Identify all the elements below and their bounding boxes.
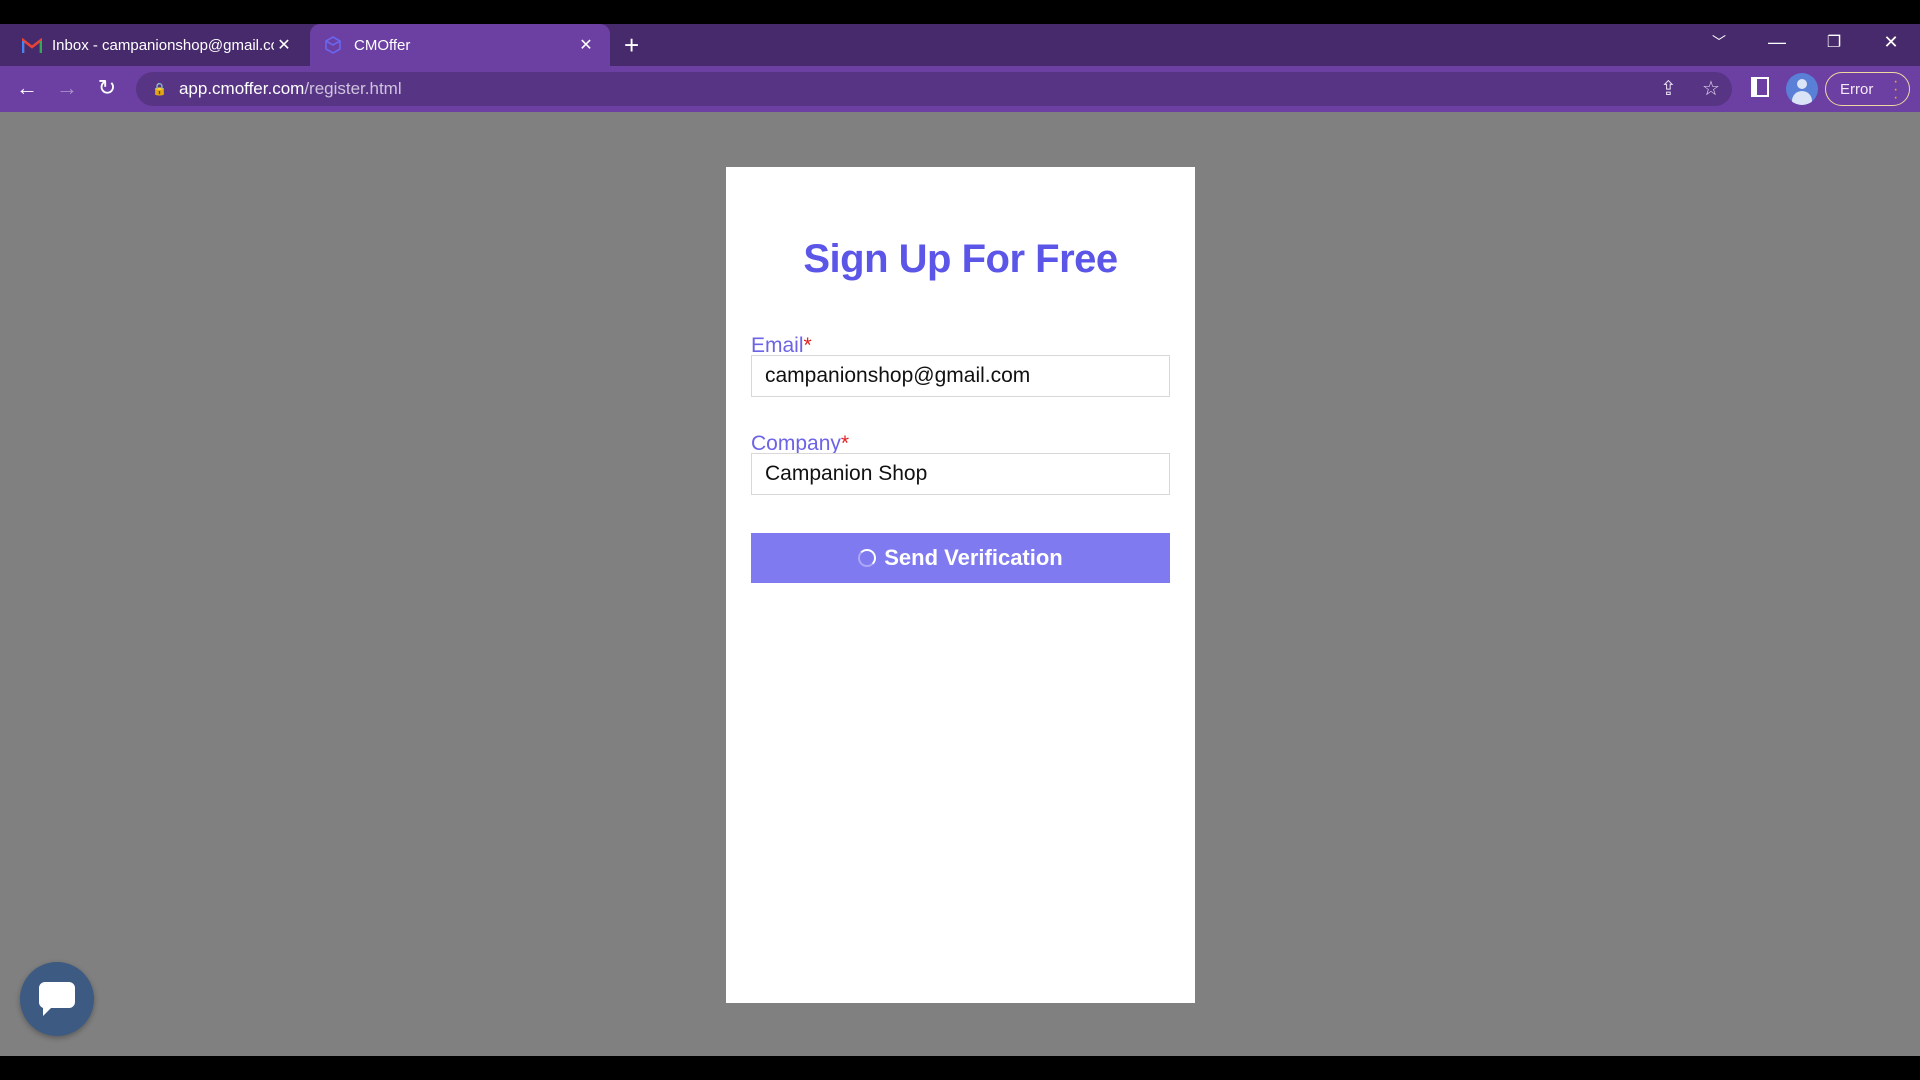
chat-bubble-icon	[38, 982, 75, 1016]
minimize-icon[interactable]: —	[1762, 32, 1792, 53]
loading-spinner-icon	[858, 549, 877, 567]
share-icon[interactable]: ⇪	[1660, 76, 1677, 101]
error-label: Error	[1840, 80, 1874, 98]
restore-icon[interactable]: ❐	[1819, 32, 1849, 52]
reload-icon[interactable]: ↻	[92, 75, 122, 101]
profile-error-button[interactable]: Error · · ·	[1825, 72, 1910, 106]
required-mark: *	[840, 432, 850, 455]
signup-card: Sign Up For Free Email* Company* Send Ve…	[726, 167, 1195, 1003]
profile-avatar[interactable]	[1786, 73, 1818, 105]
bookmark-star-icon[interactable]: ☆	[1702, 76, 1720, 101]
required-mark: *	[803, 334, 812, 357]
browser-toolbar: ← → ↻ 🔒 app.cmoffer.com/register.html ⇪ …	[0, 66, 1920, 112]
tab-title: Inbox - campanionshop@gmail.com	[52, 36, 274, 54]
side-panel-icon[interactable]	[1751, 77, 1769, 97]
tab-gmail-inbox[interactable]: Inbox - campanionshop@gmail.com ✕	[8, 24, 308, 66]
page-title: Sign Up For Free	[803, 237, 1118, 281]
screen-bottom-bar	[0, 1056, 1920, 1080]
address-bar[interactable]: 🔒 app.cmoffer.com/register.html ⇪ ☆	[136, 72, 1732, 106]
lock-icon: 🔒	[152, 82, 167, 96]
chat-widget-button[interactable]	[20, 962, 94, 1036]
forward-icon[interactable]: →	[52, 75, 82, 101]
company-field[interactable]	[751, 453, 1170, 495]
send-verification-button[interactable]: Send Verification	[751, 533, 1170, 583]
url-path: /register.html	[304, 79, 402, 98]
screen-top-bar	[0, 0, 1920, 24]
tab-cmoffer[interactable]: CMOffer ✕	[310, 24, 610, 66]
tab-strip: Inbox - campanionshop@gmail.com ✕ CMOffe…	[0, 24, 1920, 66]
back-icon[interactable]: ←	[12, 75, 42, 101]
cmoffer-icon	[324, 36, 344, 54]
url-host: app.cmoffer.com	[178, 79, 305, 98]
gmail-icon	[22, 37, 42, 53]
menu-dots-icon: · · ·	[1893, 73, 1899, 106]
page-viewport: Sign Up For Free Email* Company* Send Ve…	[0, 112, 1920, 1056]
tab-title: CMOffer	[354, 36, 411, 54]
email-field[interactable]	[751, 355, 1170, 397]
close-tab-icon[interactable]: ✕	[576, 35, 596, 55]
button-label: Send Verification	[884, 545, 1063, 570]
close-window-icon[interactable]: ✕	[1876, 32, 1906, 53]
new-tab-button[interactable]: +	[624, 30, 639, 60]
tab-search-chevron-icon[interactable]: ﹀	[1704, 32, 1734, 52]
close-tab-icon[interactable]: ✕	[274, 35, 294, 55]
